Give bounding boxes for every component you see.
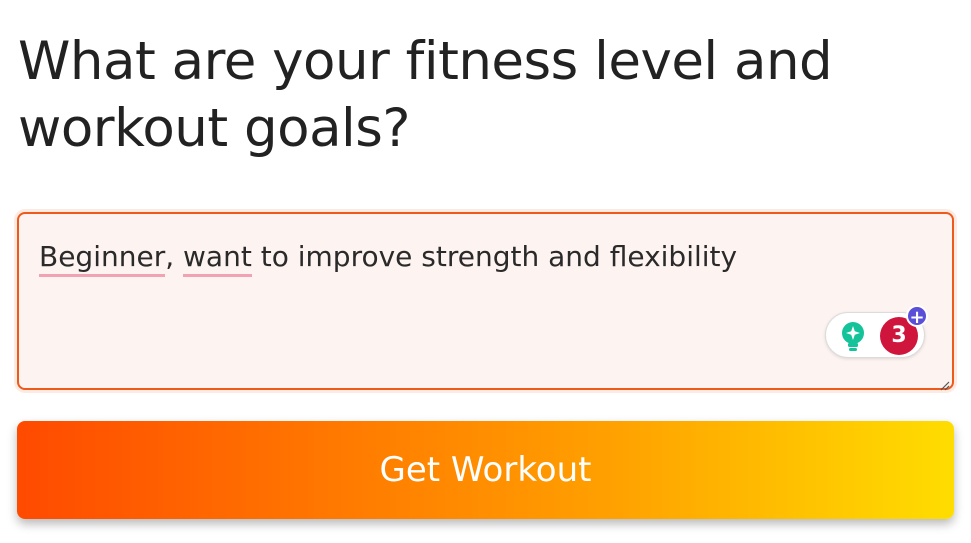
grammarly-widget[interactable]: 3 + xyxy=(825,305,928,358)
lightbulb-icon[interactable] xyxy=(839,321,867,353)
spell-flagged-word[interactable]: want xyxy=(183,240,252,277)
fitness-form-page: What are your fitness level and workout … xyxy=(0,0,971,543)
page-title: What are your fitness level and workout … xyxy=(18,31,833,159)
plus-icon[interactable]: + xyxy=(906,305,928,328)
goals-textarea-value[interactable]: Beginner, want to improve strength and f… xyxy=(39,237,737,277)
text-fragment xyxy=(174,240,183,273)
resize-handle-icon[interactable] xyxy=(940,376,950,391)
text-fragment: to improve strength and flexibility xyxy=(251,240,738,273)
text-fragment: , xyxy=(165,240,175,273)
spell-flagged-word[interactable]: Beginner xyxy=(39,240,166,277)
goals-textarea[interactable]: Beginner, want to improve strength and f… xyxy=(17,212,954,391)
get-workout-button[interactable]: Get Workout xyxy=(17,421,954,519)
